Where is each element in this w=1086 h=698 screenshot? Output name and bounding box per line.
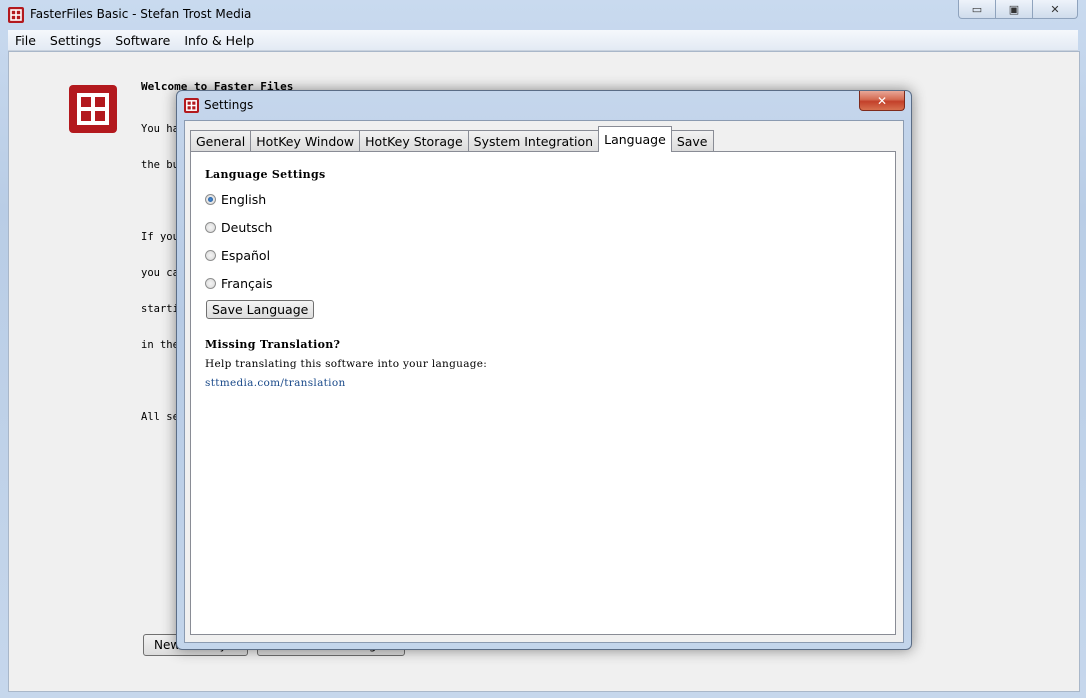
minimize-icon: ▭ xyxy=(971,2,983,16)
welcome-text: You ha the bu If you you ca starti in th… xyxy=(141,99,179,447)
welcome-line: you ca xyxy=(141,267,179,279)
welcome-line: You ha xyxy=(141,123,179,135)
language-settings-heading: Language Settings xyxy=(205,168,326,181)
tab-hotkey-window[interactable]: HotKey Window xyxy=(250,130,361,151)
language-option-english[interactable]: English xyxy=(205,192,266,207)
radio-icon[interactable] xyxy=(205,250,216,261)
tab-general[interactable]: General xyxy=(190,130,252,151)
language-label: English xyxy=(221,192,267,207)
maximize-icon: ▣ xyxy=(1008,2,1020,16)
language-option-espanol[interactable]: Español xyxy=(205,248,270,263)
menu-bar: File Settings Software Info & Help xyxy=(8,30,1078,51)
language-option-francais[interactable]: Français xyxy=(205,276,273,291)
minimize-button[interactable]: ▭ xyxy=(958,0,996,19)
radio-icon[interactable] xyxy=(205,278,216,289)
language-tab-panel: Language Settings English Deutsch Españo… xyxy=(190,151,896,635)
tab-system-integration[interactable]: System Integration xyxy=(467,130,600,151)
save-language-button[interactable]: Save Language xyxy=(206,300,315,319)
radio-checked-icon[interactable] xyxy=(205,194,216,205)
main-titlebar[interactable]: FasterFiles Basic - Stefan Trost Media ▭… xyxy=(0,0,1086,30)
close-button[interactable]: ✕ xyxy=(1032,0,1078,19)
missing-translation-heading: Missing Translation? xyxy=(205,338,341,351)
welcome-line xyxy=(141,375,179,387)
faster-files-logo-icon xyxy=(69,85,117,133)
dialog-logo-icon xyxy=(184,98,199,113)
welcome-line: the bu xyxy=(141,159,179,171)
dialog-title: Settings xyxy=(204,98,254,112)
tab-save[interactable]: Save xyxy=(670,130,714,151)
tab-language[interactable]: Language xyxy=(598,126,672,152)
translation-link[interactable]: sttmedia.com/translation xyxy=(205,377,346,389)
settings-tabs: General HotKey Window HotKey Storage Sys… xyxy=(190,126,714,152)
close-icon: ✕ xyxy=(876,93,888,108)
window-controls: ▭ ▣ ✕ xyxy=(958,0,1078,19)
settings-dialog: Settings ✕ General HotKey Window HotKey … xyxy=(176,90,912,650)
help-translating-text: Help translating this software into your… xyxy=(205,358,488,370)
window-title: FasterFiles Basic - Stefan Trost Media xyxy=(30,7,252,21)
maximize-button[interactable]: ▣ xyxy=(995,0,1033,19)
app-logo-icon xyxy=(8,7,24,23)
welcome-line: starti xyxy=(141,303,179,315)
dialog-body: General HotKey Window HotKey Storage Sys… xyxy=(184,120,904,643)
radio-icon[interactable] xyxy=(205,222,216,233)
dialog-close-button[interactable]: ✕ xyxy=(859,91,905,111)
close-icon: ✕ xyxy=(1050,2,1060,16)
welcome-line: If you xyxy=(141,231,179,243)
menu-settings[interactable]: Settings xyxy=(43,33,108,48)
welcome-line: All se xyxy=(141,411,179,423)
welcome-line xyxy=(141,195,179,207)
language-option-deutsch[interactable]: Deutsch xyxy=(205,220,272,235)
language-label: Deutsch xyxy=(221,220,273,235)
menu-file[interactable]: File xyxy=(8,33,43,48)
menu-software[interactable]: Software xyxy=(108,33,177,48)
welcome-line: in the xyxy=(141,339,179,351)
language-label: Español xyxy=(221,248,271,263)
menu-info-help[interactable]: Info & Help xyxy=(177,33,261,48)
tab-hotkey-storage[interactable]: HotKey Storage xyxy=(359,130,469,151)
language-label: Français xyxy=(221,276,273,291)
